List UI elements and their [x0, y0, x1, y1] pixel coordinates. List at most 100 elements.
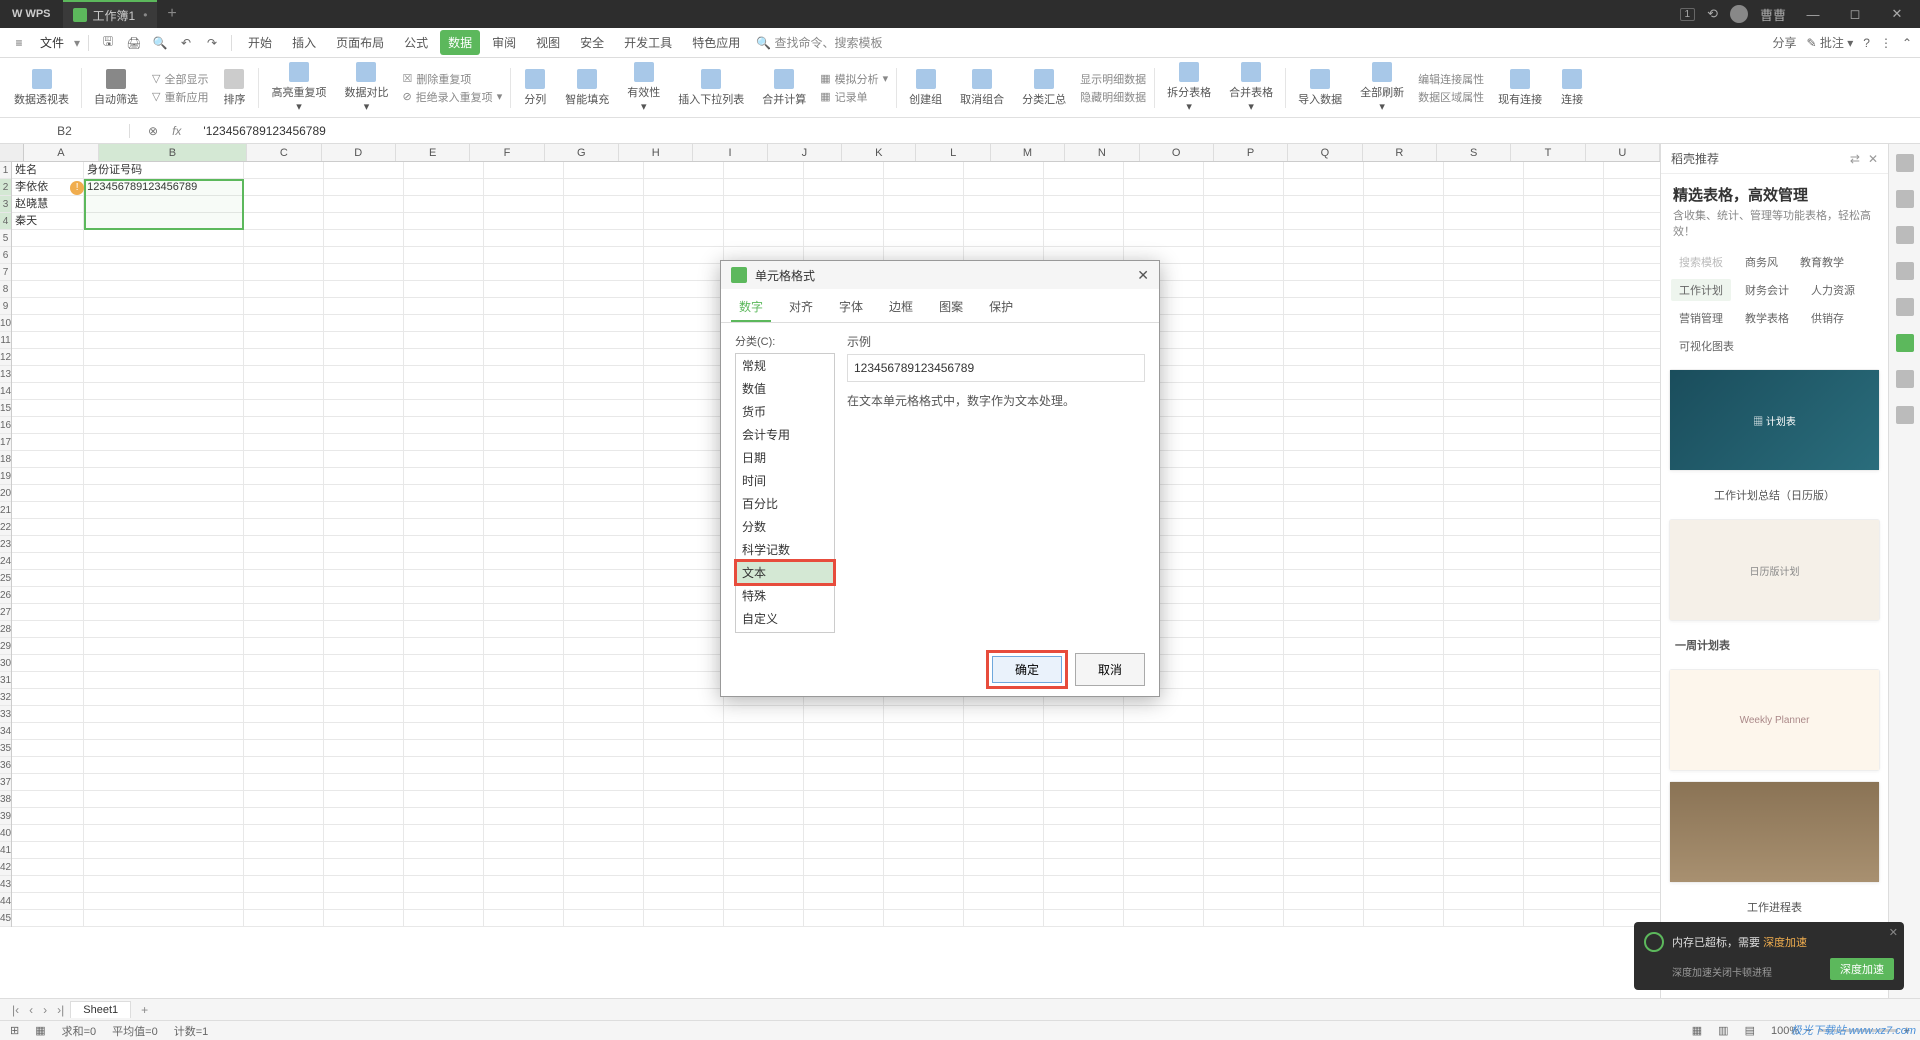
col-header[interactable]: F: [470, 144, 544, 161]
cell[interactable]: [244, 910, 324, 927]
cell[interactable]: [12, 791, 84, 808]
cell[interactable]: [12, 706, 84, 723]
cell[interactable]: [1524, 587, 1604, 604]
cell[interactable]: [484, 689, 564, 706]
cell[interactable]: [244, 366, 324, 383]
cell[interactable]: [1524, 638, 1604, 655]
cell[interactable]: [1204, 757, 1284, 774]
col-header[interactable]: G: [545, 144, 619, 161]
cell[interactable]: [324, 281, 404, 298]
cell[interactable]: [404, 570, 484, 587]
cell[interactable]: [12, 893, 84, 910]
cell[interactable]: [1124, 825, 1204, 842]
formula-input[interactable]: '123456789123456789: [195, 124, 1920, 138]
cell[interactable]: [1284, 672, 1364, 689]
cell[interactable]: [404, 876, 484, 893]
cell[interactable]: [804, 196, 884, 213]
row-header[interactable]: 40: [0, 825, 11, 842]
cell[interactable]: [1524, 332, 1604, 349]
cell[interactable]: [1204, 247, 1284, 264]
cell[interactable]: [1204, 281, 1284, 298]
comment-button[interactable]: ✎ 批注 ▾: [1806, 34, 1853, 51]
cell[interactable]: [1284, 604, 1364, 621]
cell[interactable]: [324, 655, 404, 672]
cell[interactable]: [484, 230, 564, 247]
cell[interactable]: [404, 791, 484, 808]
sheet-nav-prev[interactable]: ‹: [25, 1003, 37, 1017]
cell[interactable]: [1364, 706, 1444, 723]
cell[interactable]: [564, 264, 644, 281]
cell[interactable]: [564, 808, 644, 825]
cell[interactable]: [644, 604, 724, 621]
cell[interactable]: [1364, 315, 1444, 332]
cell[interactable]: [1284, 638, 1364, 655]
cell[interactable]: [84, 723, 244, 740]
cell[interactable]: [1204, 366, 1284, 383]
user-avatar[interactable]: [1730, 5, 1748, 23]
cell[interactable]: [484, 876, 564, 893]
cell[interactable]: [484, 298, 564, 315]
cell[interactable]: [12, 468, 84, 485]
cell[interactable]: [244, 893, 324, 910]
cat-custom[interactable]: 自定义: [736, 607, 834, 630]
cell[interactable]: [244, 162, 324, 179]
cell[interactable]: [644, 502, 724, 519]
panel-tag[interactable]: 营销管理: [1671, 307, 1731, 329]
cell[interactable]: [12, 910, 84, 927]
template-card[interactable]: Weekly Planner: [1669, 669, 1880, 771]
cell[interactable]: [1044, 706, 1124, 723]
cell[interactable]: [1524, 298, 1604, 315]
cell[interactable]: [12, 434, 84, 451]
cell[interactable]: [324, 349, 404, 366]
cell[interactable]: [84, 383, 244, 400]
cell[interactable]: [244, 434, 324, 451]
cell[interactable]: [1604, 230, 1660, 247]
panel-tag[interactable]: 可视化图表: [1671, 335, 1742, 357]
cell[interactable]: [644, 587, 724, 604]
cell[interactable]: [1284, 162, 1364, 179]
cell[interactable]: [1124, 706, 1204, 723]
menu-view[interactable]: 视图: [528, 30, 568, 55]
cell[interactable]: [12, 808, 84, 825]
cell[interactable]: [484, 196, 564, 213]
cell[interactable]: [1284, 876, 1364, 893]
ribbon-pivot-table[interactable]: 数据透视表: [6, 67, 77, 109]
cell[interactable]: [884, 162, 964, 179]
cell[interactable]: [964, 774, 1044, 791]
cell[interactable]: [1204, 808, 1284, 825]
cell[interactable]: [1444, 774, 1524, 791]
sidebar-select-icon[interactable]: [1896, 154, 1914, 172]
cell[interactable]: [1364, 468, 1444, 485]
cell[interactable]: [1524, 349, 1604, 366]
cell[interactable]: [804, 859, 884, 876]
cell[interactable]: [1364, 689, 1444, 706]
cell[interactable]: [1444, 400, 1524, 417]
cell[interactable]: [1444, 689, 1524, 706]
cell[interactable]: [724, 757, 804, 774]
row-header[interactable]: 37: [0, 774, 11, 791]
minimize-button[interactable]: —: [1798, 7, 1828, 22]
status-mode-icon[interactable]: ⊞: [10, 1024, 19, 1037]
menu-special[interactable]: 特色应用: [684, 30, 748, 55]
cell[interactable]: [84, 400, 244, 417]
cell[interactable]: [644, 468, 724, 485]
cell[interactable]: [84, 570, 244, 587]
cell[interactable]: [564, 570, 644, 587]
cell[interactable]: [1444, 536, 1524, 553]
cell[interactable]: [1204, 434, 1284, 451]
cell[interactable]: [1284, 842, 1364, 859]
cell[interactable]: [1524, 876, 1604, 893]
cell[interactable]: [1524, 706, 1604, 723]
col-header[interactable]: O: [1140, 144, 1214, 161]
cell[interactable]: 姓名: [12, 162, 84, 179]
cell[interactable]: [484, 570, 564, 587]
cell[interactable]: [404, 485, 484, 502]
row-header[interactable]: 18: [0, 451, 11, 468]
cell[interactable]: [724, 162, 804, 179]
cat-time[interactable]: 时间: [736, 469, 834, 492]
cell[interactable]: [404, 502, 484, 519]
cell[interactable]: [1204, 706, 1284, 723]
ribbon-dropdown-list[interactable]: 插入下拉列表: [670, 67, 752, 109]
cell[interactable]: [484, 842, 564, 859]
cell[interactable]: [1604, 315, 1660, 332]
